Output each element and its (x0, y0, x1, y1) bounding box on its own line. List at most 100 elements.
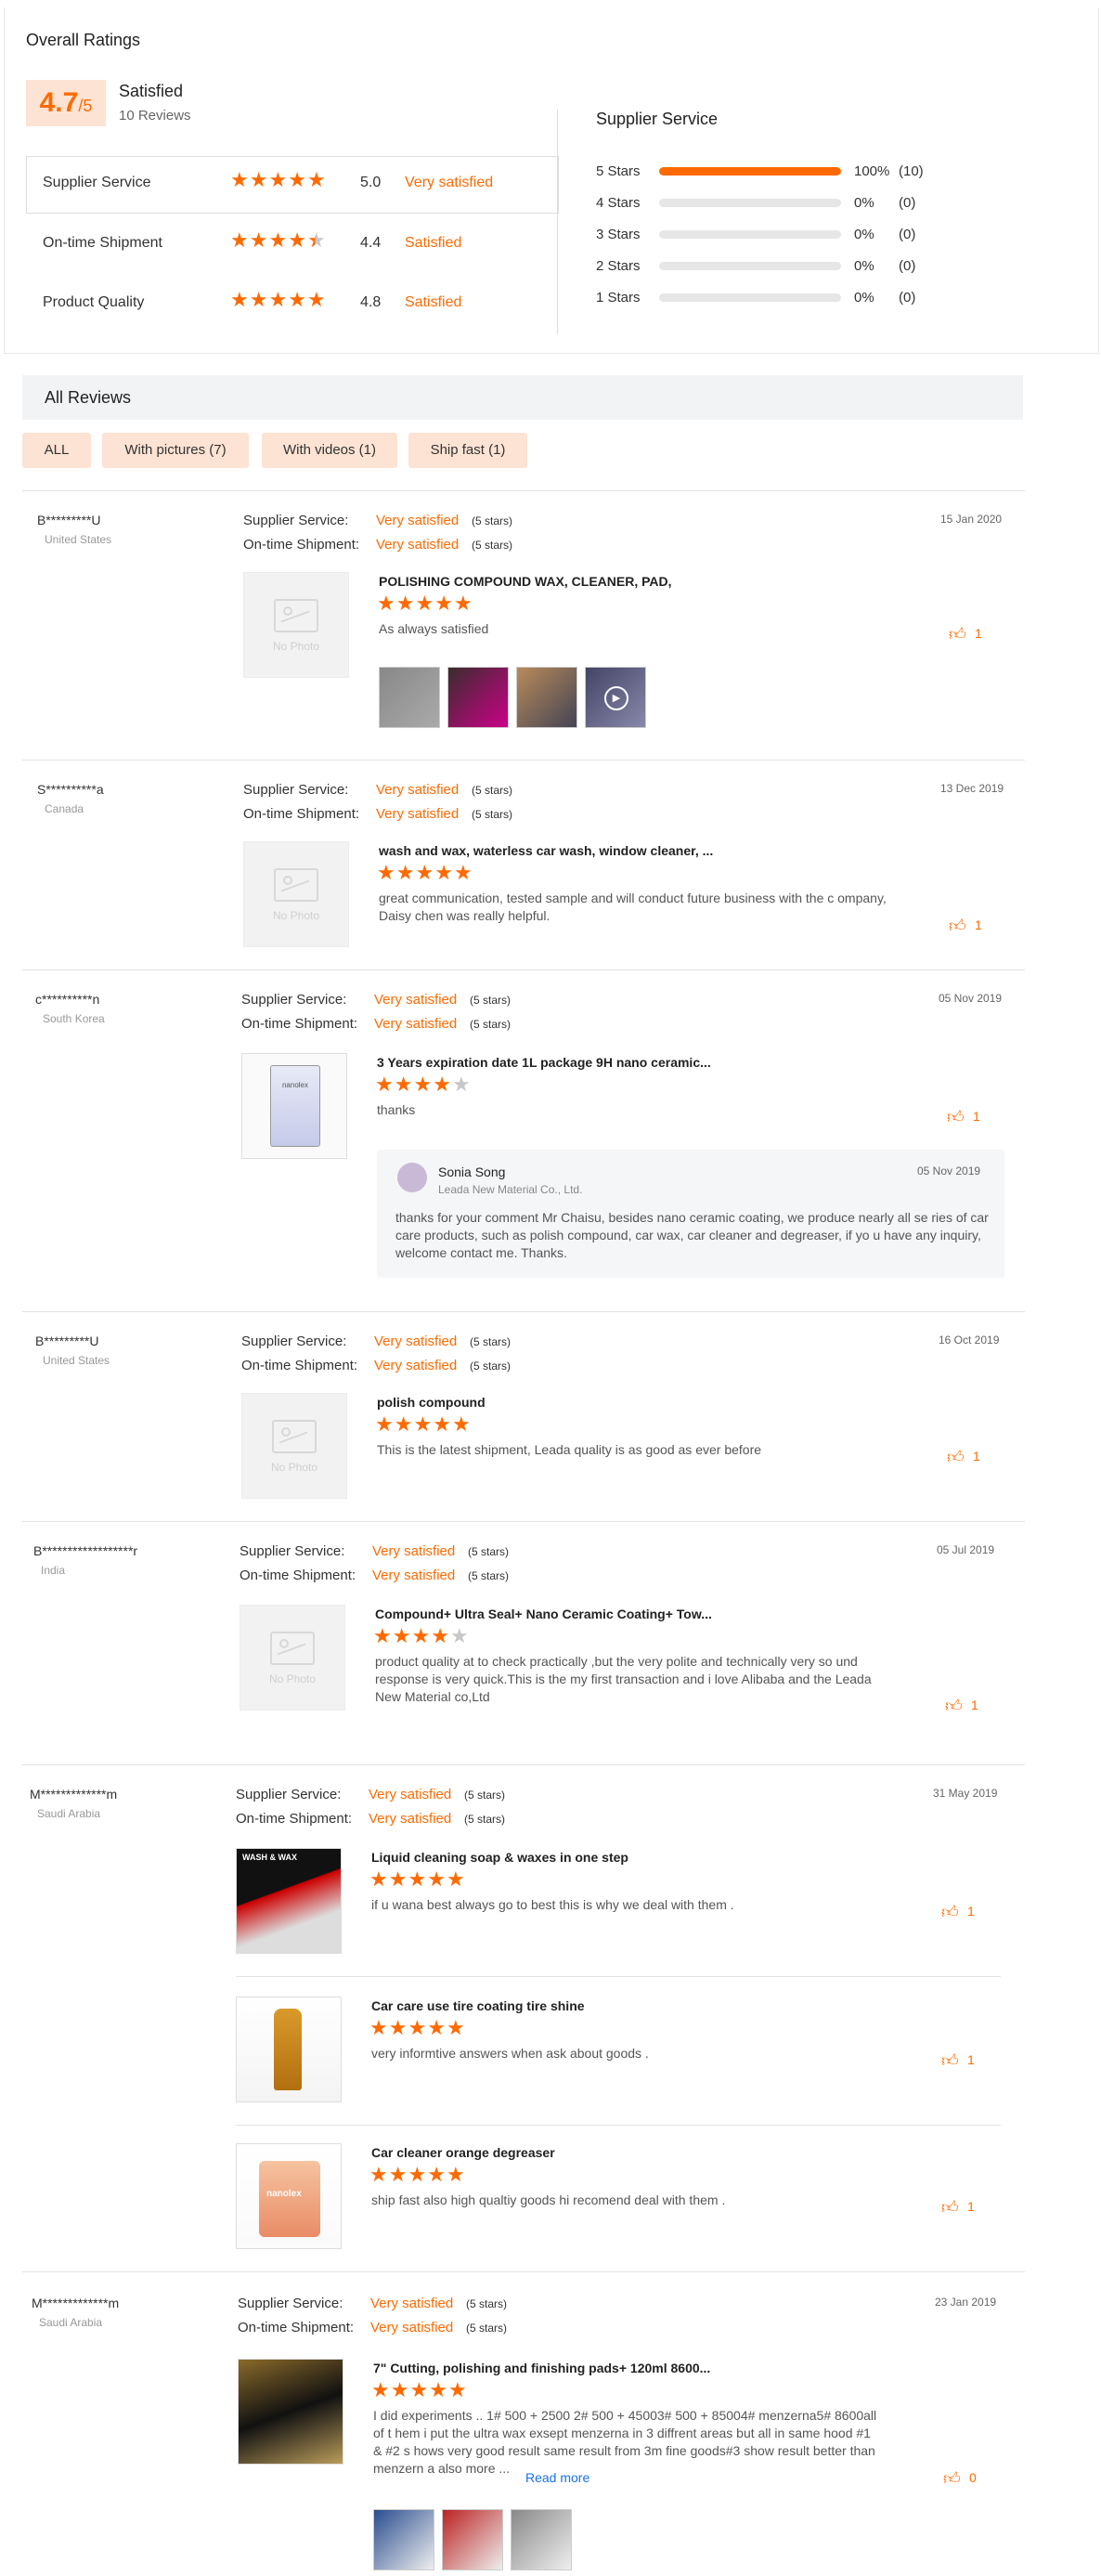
supplier-service-label: Supplier Service: (241, 1334, 347, 1349)
review-photo-thumbnail[interactable] (447, 667, 509, 728)
star-icon: ★ (249, 228, 269, 252)
star-icon: ★ (408, 1867, 428, 1891)
review-photo-thumbnail[interactable] (379, 667, 440, 728)
on-time-shipment-value: Very satisfied (370, 2320, 454, 2335)
review-stars: ★★★★★ (377, 592, 473, 615)
item-separator (236, 1976, 1001, 1977)
on-time-shipment-label: On-time Shipment: (241, 1358, 358, 1373)
review-separator (22, 490, 1025, 491)
read-more-link[interactable]: Read more (525, 2470, 589, 2485)
reviewer-name: B*********U (37, 513, 101, 527)
product-thumbnail[interactable]: nanolex (236, 2143, 342, 2249)
product-image-text: WASH & WAX (242, 1853, 298, 1862)
on-time-shipment-label: On-time Shipment: (243, 537, 360, 553)
product-title[interactable]: 3 Years expiration date 1L package 9H na… (377, 1055, 711, 1070)
no-photo-label: No Photo (270, 1461, 318, 1474)
review-text: if u wana best always go to best this is… (371, 1897, 734, 1912)
no-photo-label: No Photo (272, 909, 320, 922)
review-separator (22, 1521, 1025, 1522)
star-icon: ★ (249, 288, 269, 311)
review-date: 16 Oct 2019 (939, 1334, 1000, 1347)
no-photo-placeholder: No Photo (240, 1605, 345, 1711)
star-icon: ★ (411, 1624, 432, 1647)
star-icon: ★ (288, 168, 307, 191)
reviews-count: 10 Reviews (119, 108, 191, 124)
thumbs-up-icon[interactable]: 👍︎ (943, 2468, 961, 2489)
thumbs-up-icon[interactable]: 👍︎ (947, 1107, 965, 1127)
review-photo-thumbnail[interactable] (511, 2509, 572, 2570)
product-title[interactable]: Car cleaner orange degreaser (371, 2145, 555, 2160)
review-photo-thumbnail[interactable] (516, 667, 577, 728)
breakdown-bar-track (659, 199, 841, 207)
product-title[interactable]: 7" Cutting, polishing and finishing pads… (373, 2361, 710, 2375)
breakdown-label: 5 Stars (596, 163, 641, 179)
thumbs-up-icon[interactable]: 👍︎ (941, 1902, 959, 1922)
supplier-service-label: Supplier Service: (243, 513, 349, 528)
thumbs-up-icon[interactable]: 👍︎ (941, 2197, 959, 2218)
star-icon: ★ (306, 288, 327, 311)
star-icon: ★ (415, 592, 435, 615)
star-icon: ★ (434, 861, 454, 884)
no-photo-label: No Photo (268, 1672, 317, 1685)
like-count: 1 (971, 1698, 978, 1712)
product-title[interactable]: polish compound (377, 1395, 486, 1410)
review-separator (22, 2271, 1025, 2272)
rating-row-label: On-time Shipment (43, 235, 162, 251)
product-bottle-image (274, 2009, 302, 2090)
breakdown-bar-track (659, 262, 841, 270)
product-title[interactable]: Car care use tire coating tire shine (371, 1998, 585, 2013)
thumbs-up-icon[interactable]: 👍︎ (949, 624, 966, 644)
product-title[interactable]: Compound+ Ultra Seal+ Nano Ceramic Coati… (375, 1607, 712, 1621)
star-icon: ★ (408, 2016, 428, 2039)
review-text: great communication, tested sample and w… (379, 891, 887, 923)
rating-row-verdict: Satisfied (405, 235, 462, 251)
star-icon: ★ (371, 2378, 391, 2401)
star-icon: ★ (373, 1624, 393, 1647)
product-title[interactable]: Liquid cleaning soap & waxes in one step (371, 1850, 628, 1865)
overall-summary-label: Satisfied (119, 82, 184, 100)
star-icon: ★ (392, 1624, 412, 1647)
product-thumbnail[interactable] (238, 2359, 343, 2465)
thumbs-up-icon[interactable]: 👍︎ (941, 2050, 959, 2071)
video-thumbnail[interactable]: ▶ (585, 667, 646, 728)
product-title[interactable]: wash and wax, waterless car wash, window… (379, 843, 713, 858)
star-icon: ★ (369, 1867, 389, 1891)
review-photo-thumbnail[interactable] (442, 2509, 503, 2570)
breakdown-label: 4 Stars (596, 195, 641, 211)
filter-with-pictures[interactable]: With pictures (7) (102, 433, 249, 468)
review-date: 13 Dec 2019 (940, 782, 1004, 795)
filter-ship-fast[interactable]: Ship fast (1) (408, 433, 527, 468)
breakdown-count: (0) (899, 258, 916, 274)
star-icon: ★ (449, 1624, 470, 1647)
rating-row-score: 5.0 (360, 175, 382, 190)
star-icon: ★ (268, 288, 289, 311)
thumbs-up-icon[interactable]: 👍︎ (945, 1696, 963, 1716)
review-separator (22, 1311, 1025, 1312)
product-thumbnail[interactable] (236, 1997, 342, 2102)
supplier-service-stars: (5 stars) (472, 784, 513, 797)
star-icon: ★ (415, 861, 435, 884)
supplier-service-stars: (5 stars) (470, 1335, 512, 1348)
no-photo-placeholder: No Photo (243, 572, 349, 678)
thumbs-up-icon[interactable]: 👍︎ (947, 1447, 965, 1467)
product-thumbnail[interactable]: nanolex (241, 1053, 347, 1159)
breakdown-percent: 0% (854, 227, 874, 242)
star-icon: ★ (446, 1867, 466, 1891)
review-text: very informtive answers when ask about g… (371, 2046, 649, 2061)
on-time-shipment-stars: (5 stars) (464, 1813, 506, 1826)
on-time-shipment-label: On-time Shipment: (240, 1568, 356, 1583)
product-thumbnail[interactable]: WASH & WAX (236, 1848, 342, 1954)
reviewer-name: B*********U (35, 1334, 99, 1348)
supplier-service-label: Supplier Service: (238, 2296, 343, 2311)
supplier-service-label: Supplier Service: (236, 1787, 342, 1802)
supplier-service-label: Supplier Service: (240, 1543, 345, 1559)
filter-with-videos[interactable]: With videos (1) (262, 433, 397, 468)
filter-all[interactable]: ALL (22, 433, 91, 468)
no-photo-placeholder: No Photo (243, 841, 349, 947)
review-photo-thumbnail[interactable] (373, 2509, 434, 2570)
star-icon: ★ (377, 592, 396, 615)
no-photo-placeholder: No Photo (241, 1393, 347, 1499)
product-title[interactable]: POLISHING COMPOUND WAX, CLEANER, PAD, (379, 574, 672, 589)
review-separator (22, 1764, 1025, 1765)
thumbs-up-icon[interactable]: 👍︎ (949, 916, 966, 936)
